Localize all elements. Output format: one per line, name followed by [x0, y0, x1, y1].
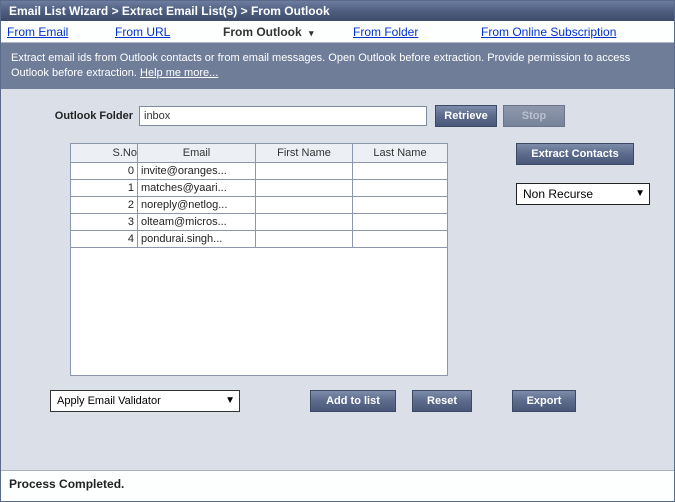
cell-first[interactable] — [256, 162, 353, 179]
export-button[interactable]: Export — [512, 390, 576, 412]
extract-contacts-button[interactable]: Extract Contacts — [516, 143, 634, 165]
validator-select[interactable]: Apply Email Validator ▼ — [50, 390, 240, 412]
results-grid: S.No Email First Name Last Name 0invite@… — [70, 143, 448, 376]
app-window: Email List Wizard > Extract Email List(s… — [0, 0, 675, 502]
content-area: Outlook Folder Retrieve Stop S.No Email … — [1, 89, 674, 470]
table-header-row: S.No Email First Name Last Name — [71, 143, 448, 162]
folder-row: Outlook Folder Retrieve Stop — [17, 105, 658, 127]
stop-button[interactable]: Stop — [503, 105, 565, 127]
side-panel: Extract Contacts Non Recurse ▼ — [516, 143, 650, 376]
cell-first[interactable] — [256, 196, 353, 213]
cell-email[interactable]: olteam@micros... — [138, 213, 256, 230]
add-to-list-button[interactable]: Add to list — [310, 390, 396, 412]
cell-first[interactable] — [256, 179, 353, 196]
info-bar: Extract email ids from Outlook contacts … — [1, 43, 674, 89]
col-header-email[interactable]: Email — [138, 143, 256, 162]
tab-from-outlook[interactable]: From Outlook ▾ — [223, 25, 353, 39]
cell-email[interactable]: pondurai.singh... — [138, 230, 256, 247]
table-row[interactable]: 1matches@yaari... — [71, 179, 448, 196]
table-row[interactable]: 0invite@oranges... — [71, 162, 448, 179]
tab-from-email[interactable]: From Email — [7, 25, 115, 39]
cell-sno[interactable]: 4 — [71, 230, 138, 247]
cell-sno[interactable]: 3 — [71, 213, 138, 230]
table-row[interactable]: 2noreply@netlog... — [71, 196, 448, 213]
cell-last[interactable] — [353, 162, 448, 179]
status-bar: Process Completed. — [1, 470, 674, 501]
recurse-select[interactable]: Non Recurse ▼ — [516, 183, 650, 205]
help-link[interactable]: Help me more... — [140, 67, 218, 79]
main-area: S.No Email First Name Last Name 0invite@… — [17, 143, 658, 376]
cell-email[interactable]: invite@oranges... — [138, 162, 256, 179]
tab-from-online[interactable]: From Online Subscription — [481, 25, 616, 39]
title-text: Email List Wizard > Extract Email List(s… — [9, 4, 330, 18]
table-row[interactable]: 4pondurai.singh... — [71, 230, 448, 247]
cell-email[interactable]: noreply@netlog... — [138, 196, 256, 213]
col-header-last[interactable]: Last Name — [353, 143, 448, 162]
validator-selected: Apply Email Validator — [57, 395, 161, 407]
col-header-first[interactable]: First Name — [256, 143, 353, 162]
cell-last[interactable] — [353, 196, 448, 213]
table-row[interactable]: 3olteam@micros... — [71, 213, 448, 230]
cell-first[interactable] — [256, 230, 353, 247]
tab-from-url[interactable]: From URL — [115, 25, 223, 39]
reset-button[interactable]: Reset — [412, 390, 472, 412]
cell-last[interactable] — [353, 179, 448, 196]
bottom-row: Apply Email Validator ▼ Add to list Rese… — [17, 390, 658, 412]
grid-empty-area[interactable] — [70, 248, 448, 376]
title-bar: Email List Wizard > Extract Email List(s… — [1, 1, 674, 21]
tab-bar: From Email From URL From Outlook ▾ From … — [1, 21, 674, 43]
cell-last[interactable] — [353, 213, 448, 230]
folder-label: Outlook Folder — [17, 110, 139, 122]
tab-from-outlook-label: From Outlook — [223, 25, 302, 39]
cell-last[interactable] — [353, 230, 448, 247]
dropdown-arrow-icon: ▾ — [309, 28, 314, 38]
chevron-down-icon: ▼ — [225, 395, 235, 406]
cell-sno[interactable]: 1 — [71, 179, 138, 196]
cell-sno[interactable]: 0 — [71, 162, 138, 179]
results-table: S.No Email First Name Last Name 0invite@… — [70, 143, 448, 248]
recurse-selected: Non Recurse — [523, 187, 593, 201]
cell-first[interactable] — [256, 213, 353, 230]
tab-from-folder[interactable]: From Folder — [353, 25, 481, 39]
cell-sno[interactable]: 2 — [71, 196, 138, 213]
info-text: Extract email ids from Outlook contacts … — [11, 52, 630, 79]
folder-input[interactable] — [139, 106, 427, 126]
status-text: Process Completed. — [9, 477, 124, 491]
cell-email[interactable]: matches@yaari... — [138, 179, 256, 196]
retrieve-button[interactable]: Retrieve — [435, 105, 497, 127]
col-header-sno[interactable]: S.No — [71, 143, 138, 162]
chevron-down-icon: ▼ — [635, 188, 645, 199]
